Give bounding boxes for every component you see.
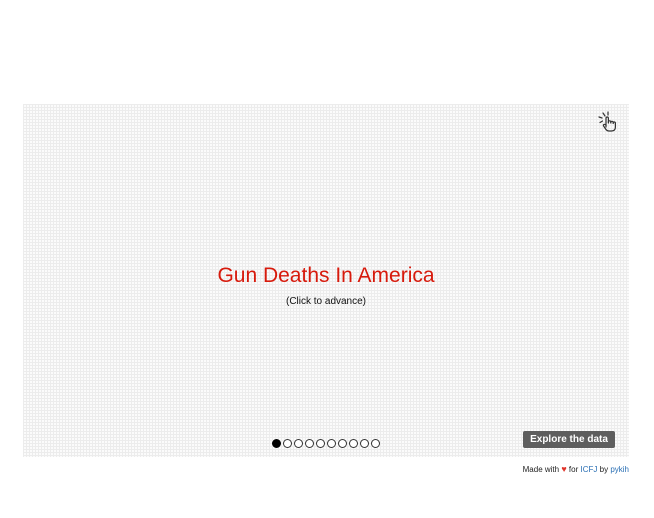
slide-dot[interactable] — [327, 439, 336, 448]
icfj-link[interactable]: ICFJ — [581, 465, 598, 474]
slide-dot[interactable] — [316, 439, 325, 448]
explore-data-button[interactable]: Explore the data — [523, 431, 615, 448]
slide-dot[interactable] — [283, 439, 292, 448]
slide-dot[interactable] — [349, 439, 358, 448]
hand-tap-icon[interactable] — [596, 108, 622, 134]
footer-credits: Made with ♥ for ICFJ by pykih — [523, 463, 629, 476]
slide-indicator-dots — [272, 439, 380, 449]
by-text: by — [599, 465, 609, 474]
slide-title: Gun Deaths In America — [217, 264, 435, 287]
for-text: for — [568, 465, 579, 474]
slideshow-stage[interactable]: Gun Deaths In America (Click to advance)… — [23, 104, 629, 457]
click-to-advance-hint: (Click to advance) — [285, 296, 367, 307]
slide-dot[interactable] — [305, 439, 314, 448]
pykih-link[interactable]: pykih — [610, 465, 629, 474]
heart-icon: ♥ — [561, 464, 567, 474]
page: Gun Deaths In America (Click to advance)… — [0, 0, 654, 518]
made-with-text: Made with — [522, 465, 560, 474]
slide-dot[interactable] — [272, 439, 281, 448]
slide-dot[interactable] — [360, 439, 369, 448]
slide-dot[interactable] — [294, 439, 303, 448]
slide-dot[interactable] — [338, 439, 347, 448]
slide-dot[interactable] — [371, 439, 380, 448]
